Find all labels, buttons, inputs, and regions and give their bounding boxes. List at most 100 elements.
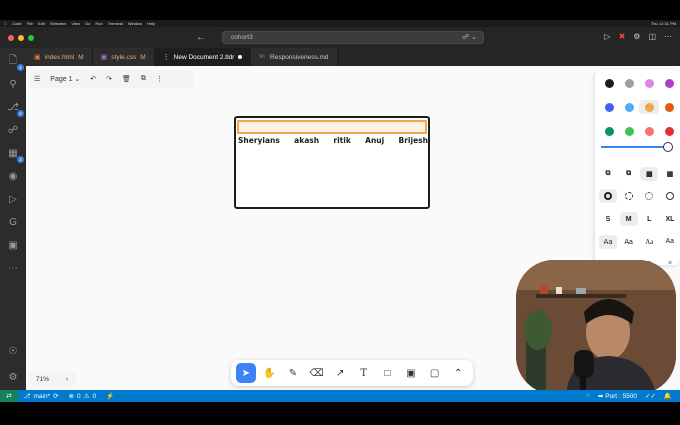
accounts-icon[interactable]: ○ <box>586 392 590 400</box>
font-serif-button[interactable]: Aa <box>640 235 658 249</box>
menu-item[interactable]: Terminal <box>108 21 123 26</box>
menu-item[interactable]: File <box>27 21 33 26</box>
menu-item[interactable]: Go <box>85 21 90 26</box>
lightning-icon[interactable]: ⚡ <box>101 392 119 400</box>
trash-icon[interactable]: 🗑 <box>122 75 131 83</box>
split-editor-icon[interactable]: ◫ <box>648 32 656 41</box>
more-actions-icon[interactable]: ⋯ <box>664 32 672 41</box>
menu-item[interactable]: View <box>71 21 80 26</box>
extensions-icon[interactable]: ▦ 2 <box>6 146 24 163</box>
command-center-search[interactable]: cohort3 ☍ ⌄ <box>222 31 484 44</box>
font-mono-button[interactable]: Aa <box>661 235 679 249</box>
color-swatch[interactable] <box>639 76 659 90</box>
hand-tool-icon[interactable]: ✋ <box>259 363 279 383</box>
color-swatch[interactable] <box>599 100 619 114</box>
more-icon[interactable]: ⋮ <box>156 75 163 83</box>
dash-dotted-icon[interactable] <box>640 189 658 203</box>
color-swatch[interactable] <box>619 124 639 138</box>
dash-draw-icon[interactable] <box>599 189 617 203</box>
copilot-icon[interactable]: ☍ ⌄ <box>462 33 477 41</box>
port-indicator[interactable]: ➡ Port : 5500 <box>598 392 637 400</box>
text-tool-icon[interactable]: T <box>354 363 374 383</box>
manage-gear-icon[interactable]: ⚙ <box>6 370 20 384</box>
menu-item[interactable]: Code <box>12 21 22 26</box>
menu-item[interactable]: Edit <box>38 21 45 26</box>
problems-indicator[interactable]: ⊗ 0 ⚠ 0 <box>64 392 102 401</box>
color-swatch[interactable] <box>639 124 659 138</box>
align-more-icon[interactable]: ≡ <box>661 256 679 266</box>
zoom-control[interactable]: 71% › <box>28 371 76 387</box>
slider-thumb[interactable] <box>663 142 673 152</box>
note-tool-icon[interactable]: □ <box>377 363 397 383</box>
size-l-button[interactable]: L <box>640 212 658 226</box>
drawn-rectangle[interactable]: Sheryians akash ritik Anuj Brijesh <box>234 116 430 209</box>
chevron-up-icon[interactable]: ⌃ <box>448 363 468 383</box>
eraser-tool-icon[interactable]: ⌫ <box>307 363 327 383</box>
more-views-icon[interactable]: ⋯ <box>6 261 20 275</box>
remote-indicator-icon[interactable]: ⇄ <box>0 390 18 402</box>
fill-none-icon[interactable]: ⧉ <box>599 167 617 181</box>
image-tool-icon[interactable]: ▣ <box>401 363 421 383</box>
tab-index-html[interactable]: ▣ index.html M <box>26 48 93 66</box>
menu-item[interactable]: Help <box>147 21 155 26</box>
tab-new-document-tldr[interactable]: ⋮ New Document 2.tldr <box>154 48 252 66</box>
back-arrow-icon[interactable]: ← <box>196 32 206 43</box>
color-swatch-selected[interactable] <box>639 100 659 114</box>
apple-icon[interactable]:  <box>4 21 7 26</box>
menu-item[interactable]: Run <box>95 21 102 26</box>
size-m-button[interactable]: M <box>619 212 638 226</box>
name-label[interactable]: akash <box>294 136 319 145</box>
color-swatch[interactable] <box>659 100 679 114</box>
size-s-button[interactable]: S <box>599 212 617 226</box>
copilot-chat-icon[interactable]: ▣ <box>6 238 20 252</box>
fill-semi-icon[interactable]: ⧉ <box>620 167 638 181</box>
color-swatch[interactable] <box>659 76 679 90</box>
notifications-bell-icon[interactable]: 🔔 <box>664 392 672 400</box>
undo-icon[interactable]: ↶ <box>90 75 96 83</box>
prettier-check-icon[interactable]: ✓✓ <box>645 392 656 400</box>
highlight-bar[interactable] <box>237 120 427 134</box>
tab-style-css[interactable]: ▣ style.css M <box>92 48 155 66</box>
color-swatch[interactable] <box>659 124 679 138</box>
menu-item[interactable]: Selection <box>50 21 66 26</box>
branch-indicator[interactable]: ⎇ main* ⟳ <box>18 392 64 401</box>
maximize-window-button[interactable] <box>28 34 34 41</box>
minimize-window-button[interactable] <box>18 34 24 41</box>
unsaved-dot-icon[interactable] <box>238 55 243 59</box>
search-icon[interactable]: ⚲ <box>6 77 20 91</box>
dash-solid-icon[interactable] <box>661 189 679 203</box>
fill-pattern-icon[interactable]: ▦ <box>661 167 679 181</box>
dash-dashed-icon[interactable] <box>620 189 638 203</box>
chevron-right-icon[interactable]: › <box>66 376 68 383</box>
explorer-icon[interactable]: 🗋 1 <box>6 54 24 71</box>
name-label[interactable]: ritik <box>333 136 350 145</box>
fill-solid-icon[interactable]: ▩ <box>640 167 659 181</box>
run-debug-icon[interactable]: ▷ <box>6 192 20 206</box>
font-sans-button[interactable]: Aa <box>620 235 638 249</box>
github-icon[interactable]: ◉ <box>6 169 20 183</box>
name-label[interactable]: Brijesh <box>399 136 428 145</box>
extension-icon[interactable]: ✖ <box>619 32 626 41</box>
draw-tool-icon[interactable]: ✎ <box>283 363 303 383</box>
source-control-icon[interactable]: ⎇ 2 <box>6 100 24 117</box>
debug-icon[interactable]: ☍ <box>6 123 20 137</box>
tab-responsiveness-md[interactable]: M↓ Responsiveness.md <box>251 48 338 66</box>
color-swatch[interactable] <box>599 124 619 138</box>
gitlens-icon[interactable]: G <box>6 215 20 229</box>
redo-icon[interactable]: ↷ <box>106 75 112 83</box>
arrow-tool-icon[interactable]: ↗ <box>330 363 350 383</box>
rectangle-tool-icon[interactable]: ▢ <box>425 363 445 383</box>
name-label[interactable]: Anuj <box>365 136 384 145</box>
hamburger-menu-icon[interactable]: ☰ <box>34 75 40 83</box>
size-xl-button[interactable]: XL <box>661 212 679 226</box>
account-icon[interactable]: ☉ <box>6 344 20 358</box>
page-selector[interactable]: Page 1 ⌄ <box>50 75 80 83</box>
color-swatch[interactable] <box>599 76 619 90</box>
font-draw-button[interactable]: Aa <box>599 235 617 249</box>
select-tool-icon[interactable]: ➤ <box>235 363 256 383</box>
run-icon[interactable]: ▷ <box>604 32 610 41</box>
menu-item[interactable]: Window <box>128 21 142 26</box>
color-swatch[interactable] <box>619 76 639 90</box>
opacity-slider[interactable] <box>601 142 673 152</box>
sync-icon[interactable]: ⟳ <box>53 392 58 400</box>
